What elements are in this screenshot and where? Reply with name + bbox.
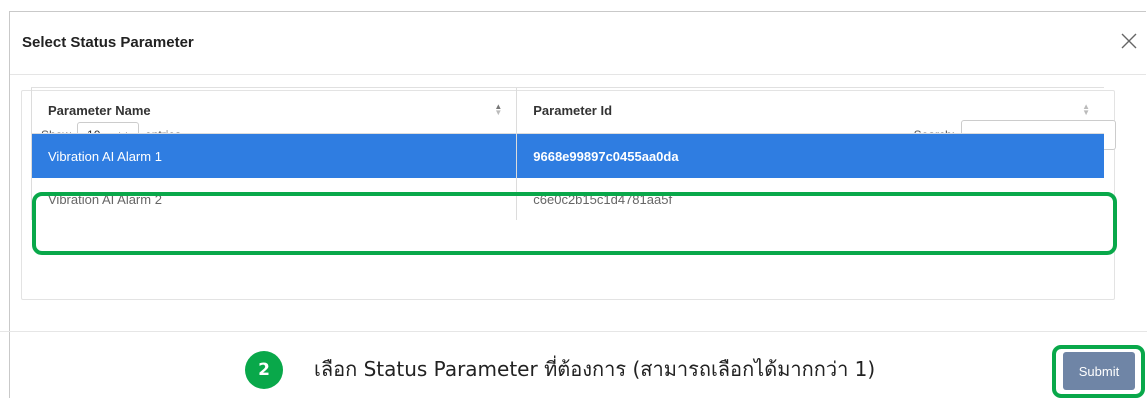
parameter-id-cell: 9668e99897c0455aa0da — [516, 133, 1104, 178]
parameter-table: Parameter Name ▲ ▼ Parameter Id ▲ ▼ Vibrat… — [30, 87, 1104, 220]
modal-header: Select Status Parameter — [10, 12, 1146, 75]
modal-title: Select Status Parameter — [22, 34, 194, 51]
modal-footer-divider — [0, 331, 1147, 332]
sort-icon: ▲ ▼ — [1082, 102, 1090, 117]
sort-icon: ▲ ▼ — [494, 102, 503, 117]
table-row-selected[interactable]: Vibration AI Alarm 1 9668e99897c0455aa0d… — [30, 133, 1104, 178]
column-header-parameter-id[interactable]: Parameter Id ▲ ▼ — [516, 87, 1104, 134]
table-header-row: Parameter Name ▲ ▼ Parameter Id ▲ ▼ — [30, 87, 1104, 134]
table-row[interactable]: Vibration AI Alarm 2 c6e0c2b15c1d4781aa5… — [30, 178, 1104, 220]
close-icon[interactable] — [1120, 32, 1138, 50]
parameter-name-cell: Vibration AI Alarm 1 — [30, 133, 517, 178]
select-status-parameter-modal: Select Status Parameter Show 10 entries … — [9, 11, 1146, 398]
column-header-parameter-name[interactable]: Parameter Name ▲ ▼ — [30, 87, 517, 134]
step-instruction: เลือก Status Parameter ที่ต้องการ (สามาร… — [314, 357, 876, 381]
parameter-name-cell: Vibration AI Alarm 2 — [30, 178, 517, 220]
submit-button[interactable]: Submit — [1063, 352, 1135, 390]
parameter-id-cell: c6e0c2b15c1d4781aa5f — [516, 178, 1104, 220]
step-number-badge: 2 — [245, 351, 283, 389]
